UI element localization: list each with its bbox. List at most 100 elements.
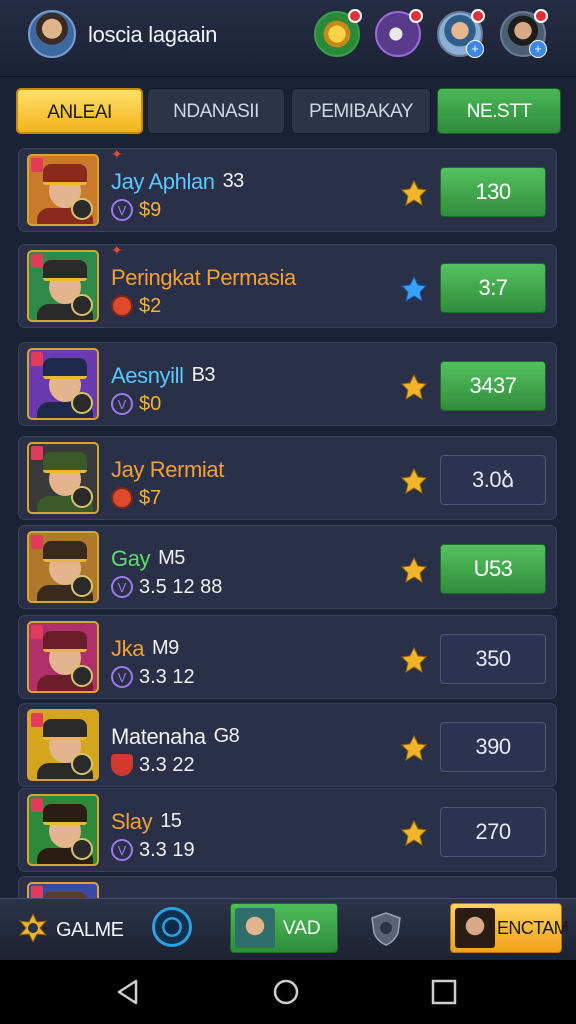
stat-value: $2 [139, 295, 162, 317]
stat-value: $9 [139, 199, 162, 221]
player-tag: B3 [191, 364, 216, 386]
player-name: Matenaha [111, 724, 206, 749]
score-button[interactable]: 130 [440, 167, 546, 217]
class-badge-icon [71, 198, 93, 220]
rank-flag-icon [31, 713, 43, 727]
rank-star-icon [400, 373, 428, 401]
vad-button-label: VAD [283, 918, 321, 939]
tab-nestt[interactable]: NE.STT [437, 88, 561, 134]
rank-star-icon [400, 819, 428, 847]
class-badge-icon [71, 294, 93, 316]
player-tag: 15 [160, 810, 182, 832]
bottom-nav-bar: GALME VAD ENCTAM [0, 898, 576, 961]
encore-button[interactable]: ENCTAM [450, 903, 569, 953]
avatar [235, 908, 275, 948]
friend-avatar-icon[interactable]: + [437, 9, 485, 58]
notification-dot [409, 9, 423, 23]
leaderboard-row[interactable]: Matenaha 3.3 22 390 G8 [18, 703, 557, 787]
player-thumbnail[interactable] [27, 154, 99, 226]
player-tag: M9 [152, 637, 179, 659]
game-button-label[interactable]: GALME [56, 919, 124, 942]
encore-button-label: ENCTAM [497, 918, 569, 938]
camera-icon[interactable] [152, 907, 192, 947]
leaderboard-row[interactable]: ✦ Jay Aphlan V $9 130 33 [18, 148, 557, 232]
rank-flag-icon [31, 535, 43, 549]
player-thumbnail[interactable] [27, 442, 99, 514]
rank-star-icon [400, 734, 428, 762]
rank-star-icon [400, 179, 428, 207]
rank-star-icon [400, 556, 428, 584]
game-gear-icon[interactable] [18, 913, 48, 943]
add-friend-icon[interactable]: + [529, 40, 547, 58]
home-icon[interactable] [272, 978, 300, 1006]
leaderboard-row[interactable]: PnkonV19 [18, 876, 557, 898]
player-name: Jay Rermiat [111, 457, 224, 482]
vip-badge-icon: V [111, 199, 133, 221]
rank-flag-icon [31, 352, 43, 366]
player-thumbnail[interactable] [27, 348, 99, 420]
hot-streak-icon: ✦ [111, 242, 123, 258]
leaderboard-row[interactable]: Aesnyill V $0 3437 B3 [18, 342, 557, 426]
player-thumbnail[interactable] [27, 794, 99, 866]
leaderboard-row[interactable]: Slay V 3.3 19 270 15 [18, 788, 557, 872]
rank-flag-icon [31, 798, 43, 812]
stat-value: 3.5 12 88 [139, 576, 223, 598]
player-tag: 33 [222, 170, 245, 192]
add-friend-icon[interactable]: + [466, 40, 484, 58]
rank-flag-icon [31, 254, 43, 268]
vip-badge-icon: V [111, 576, 133, 598]
leaderboard-row[interactable]: ✦ Peringkat Permasia $2 3:7 [18, 242, 557, 328]
tab-pemibakay[interactable]: PEMIBAKAY [291, 88, 431, 134]
leaderboard-row[interactable]: Gay V 3.5 12 88 U53 M5 [18, 525, 557, 609]
score-button[interactable]: 270 [440, 807, 546, 857]
score-button[interactable]: 3437 [440, 361, 546, 411]
player-name: Gay [111, 546, 151, 571]
class-badge-icon [71, 392, 93, 414]
score-button[interactable]: 390 [440, 722, 546, 772]
stat-value: 3.3 19 [139, 839, 195, 861]
friend-avatar-icon[interactable]: + [500, 9, 548, 58]
player-thumbnail[interactable] [27, 882, 99, 898]
notification-dot [471, 9, 485, 23]
score-button[interactable]: 350 [440, 634, 546, 684]
back-icon[interactable] [114, 978, 142, 1006]
rank-flag-icon [31, 625, 43, 639]
vad-button[interactable]: VAD [230, 903, 338, 953]
player-avatar[interactable] [28, 10, 76, 58]
player-tag: G8 [213, 725, 240, 747]
vip-badge-icon: V [111, 839, 133, 861]
pet-icon[interactable] [375, 9, 423, 57]
achievement-icon[interactable] [314, 9, 362, 57]
score-button[interactable]: 3.0ձ [440, 455, 546, 505]
rank-flag-icon [31, 446, 43, 460]
class-badge-icon [71, 575, 93, 597]
top-header: loscia lagaain + + [0, 0, 576, 77]
score-button[interactable]: 3:7 [440, 263, 546, 313]
rank-star-icon [400, 275, 428, 303]
score-button[interactable]: U53 [440, 544, 546, 594]
player-name: Jay Aphlan [111, 169, 215, 194]
class-badge-icon [71, 486, 93, 508]
ranking-list[interactable]: ✦ Jay Aphlan V $9 130 33 ✦ Peringkat Permasia $2… [0, 148, 576, 898]
recents-icon[interactable] [430, 978, 458, 1006]
tab-anleai[interactable]: ANLEAI [16, 88, 143, 134]
notification-dot [348, 9, 362, 23]
player-thumbnail[interactable] [27, 621, 99, 693]
rank-star-icon [400, 646, 428, 674]
leaderboard-tabs: ANLEAI NDANASII PEMIBAKAY NE.STT [16, 88, 561, 136]
player-thumbnail[interactable] [27, 709, 99, 781]
class-badge-icon [71, 838, 93, 860]
tab-ndanasii[interactable]: NDANASII [147, 88, 285, 134]
player-name: Slay [111, 809, 153, 834]
vip-badge-icon: V [111, 393, 133, 415]
shield-icon[interactable] [370, 911, 402, 947]
stat-value: 3.3 22 [139, 754, 195, 776]
rank-flag-icon [31, 158, 43, 172]
leaderboard-row[interactable]: Jka V 3.3 12 350 M9 [18, 615, 557, 699]
stat-value: $0 [139, 393, 162, 415]
fire-badge-icon [111, 487, 133, 509]
player-thumbnail[interactable] [27, 250, 99, 322]
player-tag: M5 [158, 547, 185, 569]
leaderboard-row[interactable]: Jay Rermiat $7 3.0ձ [18, 436, 557, 520]
player-thumbnail[interactable] [27, 531, 99, 603]
